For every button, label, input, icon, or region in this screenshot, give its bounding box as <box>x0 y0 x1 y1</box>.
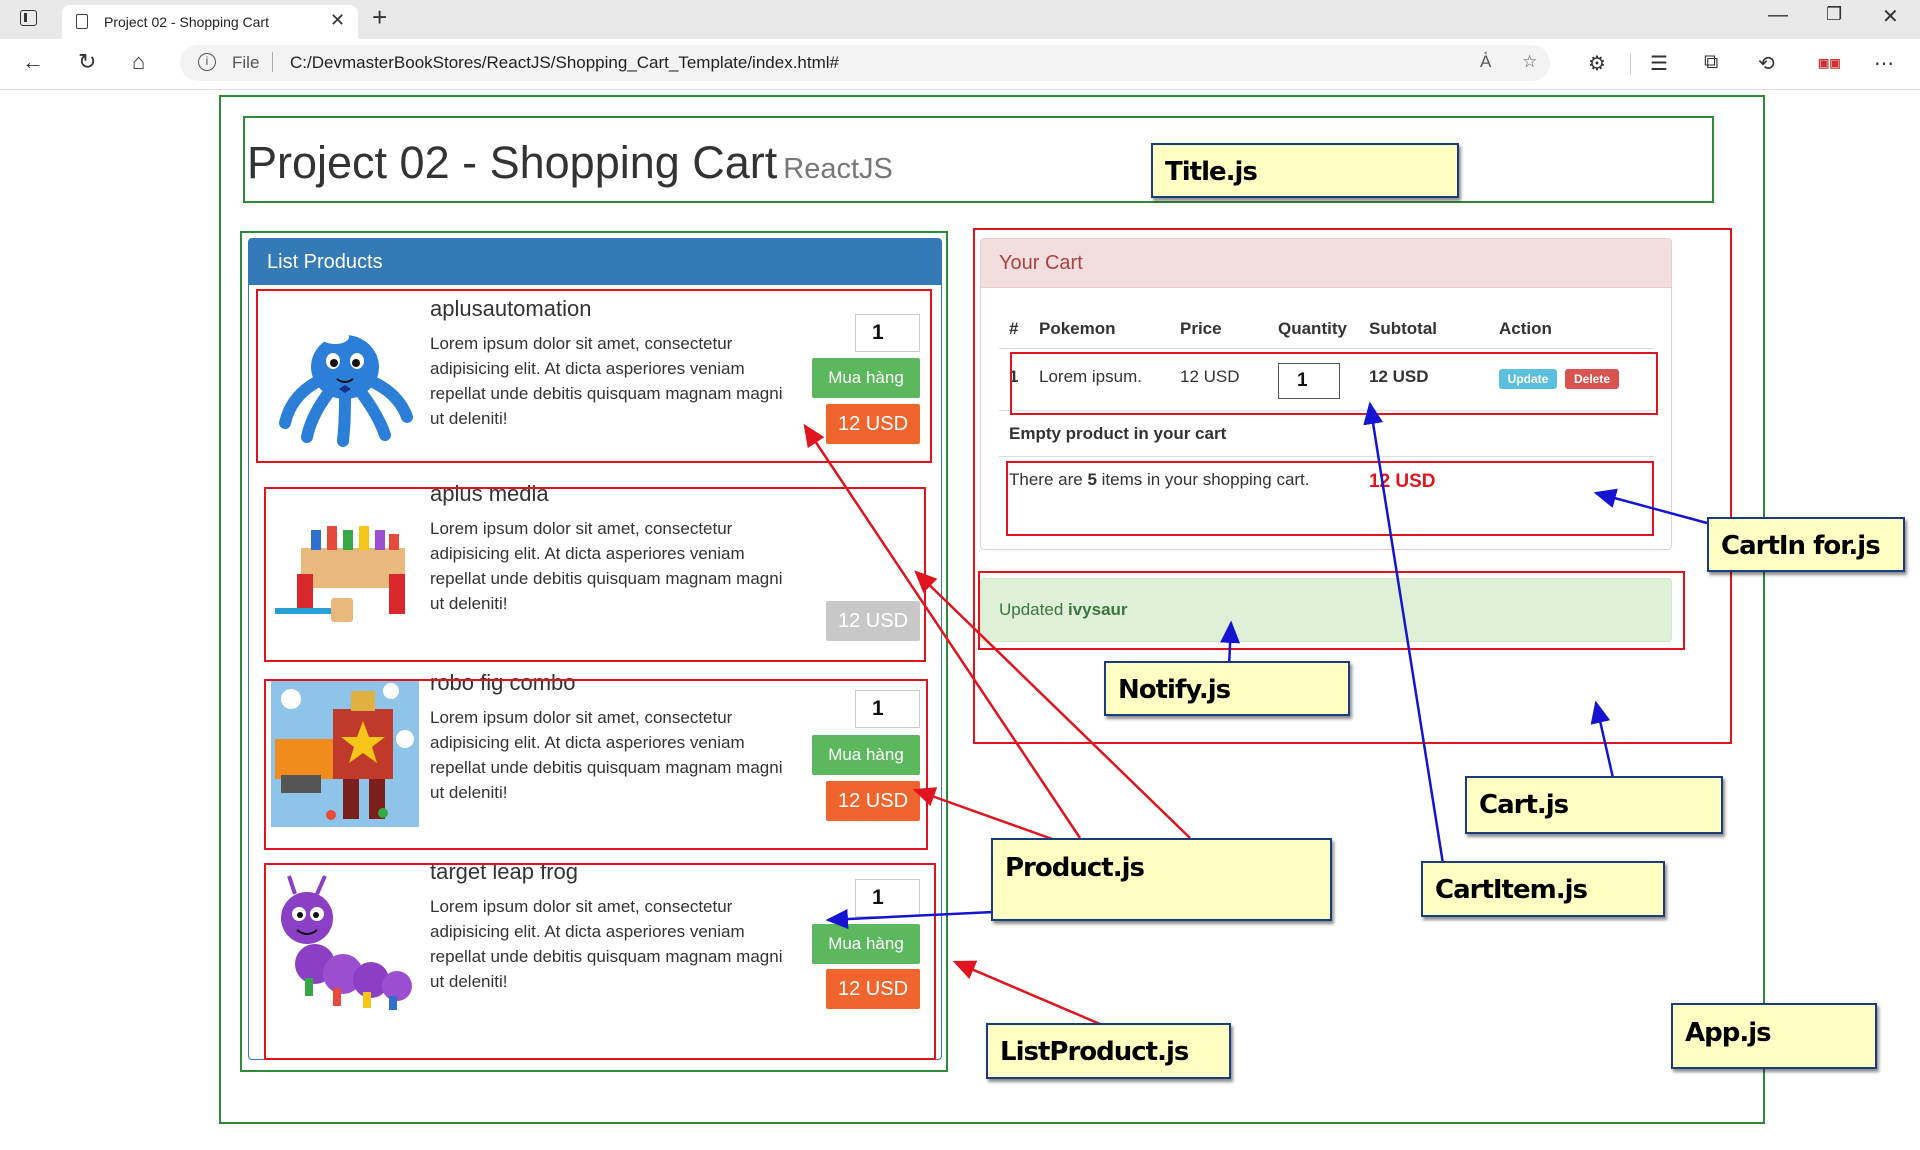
address-url[interactable]: C:/DevmasterBookStores/ReactJS/Shopping_… <box>290 53 839 73</box>
annotation-notify-js: Notify.js <box>1104 661 1350 716</box>
page-title-text: Project 02 - Shopping Cart <box>247 137 778 188</box>
toolbar-separator <box>1630 53 1631 75</box>
refresh-icon[interactable]: ↻ <box>78 49 96 75</box>
document-icon <box>76 14 88 29</box>
product-component-outline <box>264 863 936 1060</box>
annotation-cartitem-js: CartItem.js <box>1421 861 1665 917</box>
favorites-icon[interactable]: ☰ <box>1650 51 1668 76</box>
address-separator <box>272 52 273 72</box>
address-scheme: File <box>232 53 260 72</box>
product-component-outline <box>256 289 932 463</box>
collections-icon[interactable]: ⧉ <box>1704 51 1718 74</box>
address-bar[interactable]: i File C:/DevmasterBookStores/ReactJS/Sh… <box>180 45 1550 81</box>
info-icon[interactable]: i <box>198 53 216 71</box>
history-icon[interactable]: ⟲ <box>1758 51 1775 76</box>
close-window-icon[interactable]: ✕ <box>1882 4 1899 29</box>
page-subtitle: ReactJS <box>783 153 893 185</box>
sidebar-toggle-icon[interactable] <box>20 10 37 26</box>
annotation-listproduct-js: ListProduct.js <box>986 1023 1231 1079</box>
more-menu-icon[interactable]: ⋯ <box>1874 51 1894 76</box>
home-icon[interactable]: ⌂ <box>132 49 145 75</box>
extensions-icon[interactable]: ⚙ <box>1588 51 1606 76</box>
tab-title: Project 02 - Shopping Cart <box>104 14 269 30</box>
browser-nav-bar: ← ↻ ⌂ i File C:/DevmasterBookStores/Reac… <box>0 39 1920 90</box>
minimize-icon[interactable]: — <box>1768 4 1788 27</box>
annotation-cartinfo-js: CartIn for.js <box>1707 517 1905 572</box>
favorite-add-icon[interactable]: ☆ <box>1522 52 1537 72</box>
read-aloud-icon[interactable]: A᷾ <box>1480 52 1491 72</box>
cartitem-component-outline <box>1010 352 1658 415</box>
annotation-title-js: Title.js <box>1151 143 1459 198</box>
annotation-cart-js: Cart.js <box>1465 776 1723 834</box>
annotation-product-js: Product.js <box>991 838 1332 921</box>
browser-tab[interactable]: Project 02 - Shopping Cart ✕ <box>62 5 358 39</box>
notify-component-outline <box>978 571 1685 650</box>
product-component-outline <box>264 487 926 662</box>
restore-icon[interactable]: ❐ <box>1826 4 1842 25</box>
back-icon[interactable]: ← <box>22 49 44 75</box>
cartinfo-component-outline <box>1006 461 1654 536</box>
extension-badge-icon[interactable]: ▣▣ <box>1818 56 1841 70</box>
new-tab-icon[interactable]: + <box>372 2 387 33</box>
close-tab-icon[interactable]: ✕ <box>330 10 345 31</box>
annotation-app-js: App.js <box>1671 1003 1877 1069</box>
page-title: Project 02 - Shopping Cart ReactJS <box>247 137 893 189</box>
browser-tab-bar: Project 02 - Shopping Cart ✕ + — ❐ ✕ <box>0 0 1920 39</box>
product-component-outline <box>264 679 928 850</box>
